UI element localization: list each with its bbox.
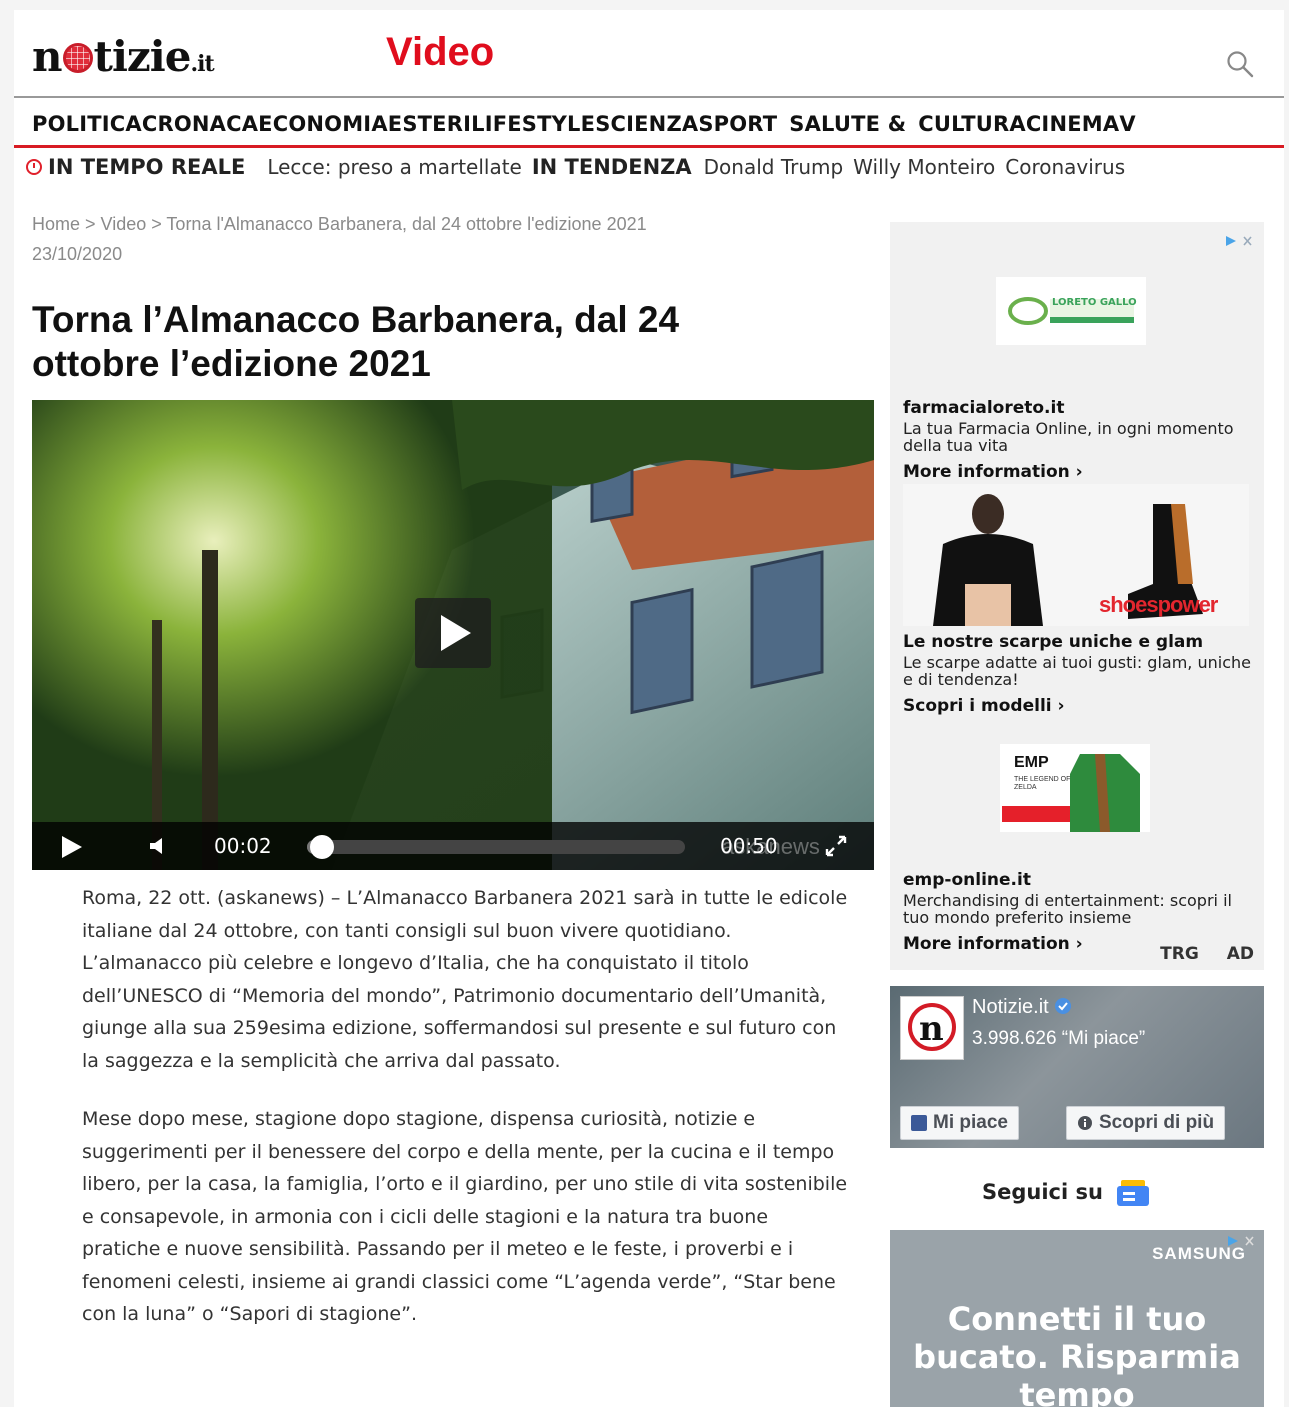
facebook-page-widget[interactable]: n Notizie.it 3.998.626 “Mi piace” Mi pia… — [890, 986, 1264, 1148]
ad-image-shoes[interactable]: shoespower — [903, 484, 1249, 626]
info-icon — [1078, 1116, 1092, 1130]
nav-item-cronaca[interactable]: CRONACA — [142, 112, 258, 136]
like-button-label: Mi piace — [933, 1112, 1008, 1133]
video-player[interactable]: 00:02 askanews 00:50 — [32, 400, 874, 870]
search-icon[interactable] — [1226, 50, 1254, 78]
page-name-text: Notizie.it — [972, 996, 1049, 1018]
ad-logo-text: LORETO GALLO — [1052, 297, 1137, 308]
sidebar-ad-block: LORETO GALLO farmacialoreto.it La tua Fa… — [890, 222, 1264, 970]
publish-date: 23/10/2020 — [32, 244, 123, 264]
site-header: n tizie .it Video — [14, 10, 1284, 98]
main-nav: POLITICA CRONACA ECONOMIA ESTERI LIFESTY… — [14, 102, 1284, 148]
seek-bar[interactable] — [307, 840, 685, 854]
ad-image-emp[interactable]: EMP THE LEGEND OF ZELDA — [1000, 744, 1150, 832]
ad-title[interactable]: farmacialoreto.it — [903, 398, 1064, 418]
nav-item-cinema[interactable]: CINEMA — [1026, 112, 1120, 136]
ad-subtext: THE LEGEND OF ZELDA — [1014, 776, 1071, 791]
globe-icon — [62, 43, 93, 73]
logo-text-left: n — [32, 32, 63, 81]
play-icon[interactable] — [62, 836, 82, 858]
ad-text: La tua Farmacia Online, in ogni momento … — [903, 419, 1234, 455]
trending-item[interactable]: Donald Trump — [704, 155, 844, 179]
ad-link[interactable]: Scopri i modelli › — [903, 696, 1065, 716]
article-paragraph: Mese dopo mese, stagione dopo stagione, … — [82, 1108, 848, 1325]
google-news-icon[interactable] — [1116, 1178, 1149, 1206]
video-controls: 00:02 askanews 00:50 — [32, 822, 874, 870]
follow-label: Seguici su — [982, 1180, 1103, 1204]
nav-item-sport[interactable]: SPORT — [698, 112, 777, 136]
nav-item-politica[interactable]: POLITICA — [32, 112, 142, 136]
ad-badge[interactable]: TRG — [1160, 944, 1199, 964]
adchoices-icon[interactable] — [1224, 234, 1254, 248]
fullscreen-icon[interactable] — [824, 834, 848, 858]
page-name[interactable]: Notizie.it — [972, 996, 1072, 1019]
seek-handle[interactable] — [310, 835, 335, 859]
duration: 00:50 — [720, 834, 778, 858]
verified-icon — [1055, 998, 1072, 1014]
nav-item-scienza[interactable]: SCIENZA — [595, 112, 698, 136]
nav-item-cultura[interactable]: CULTURA — [918, 112, 1026, 136]
ad-logo-text: EMP — [1014, 754, 1049, 771]
breadcrumb[interactable]: Home > Video > Torna l'Almanacco Barbane… — [32, 214, 647, 235]
news-ticker: IN TEMPO REALE Lecce: preso a martellate… — [14, 150, 1284, 184]
samsung-ad[interactable]: SAMSUNG Connetti il tuo bucato. Risparmi… — [890, 1230, 1264, 1407]
nav-item-esteri[interactable]: ESTERI — [388, 112, 471, 136]
like-button[interactable]: Mi piace — [900, 1106, 1019, 1140]
ad-link[interactable]: More information › — [903, 462, 1083, 482]
ad-title[interactable]: emp-online.it — [903, 870, 1031, 890]
ad-brand: SAMSUNG — [1152, 1244, 1246, 1263]
site-logo[interactable]: n tizie .it — [32, 32, 215, 81]
ad-brand: shoespower — [1099, 592, 1218, 617]
article-paragraph: Roma, 22 ott. (askanews) – L’Almanacco B… — [82, 887, 848, 1072]
page-likes: 3.998.626 “Mi piace” — [972, 1028, 1146, 1049]
ad-title[interactable]: Le nostre scarpe uniche e glam — [903, 632, 1203, 652]
current-time: 00:02 — [214, 834, 272, 858]
ad-text: Le scarpe adatte ai tuoi gusti: glam, un… — [903, 653, 1251, 689]
ad-badges: TRG AD — [1138, 944, 1254, 964]
ad-link[interactable]: More information › — [903, 934, 1083, 954]
page-avatar[interactable]: n — [900, 996, 964, 1060]
play-overlay-button[interactable] — [415, 598, 491, 668]
trending-label: IN TENDENZA — [531, 155, 692, 179]
section-title[interactable]: Video — [386, 30, 494, 75]
volume-icon[interactable] — [150, 837, 166, 855]
ad-text: Merchandising di entertainment: scopri i… — [903, 891, 1232, 927]
follow-us[interactable]: Seguici su — [982, 1178, 1149, 1206]
logo-tld: .it — [190, 51, 214, 77]
avatar-letter: n — [919, 1009, 944, 1049]
nav-item-lifestyle[interactable]: LIFESTYLE — [471, 112, 595, 136]
ad-headline: Connetti il tuo bucato. Risparmia tempo — [913, 1300, 1241, 1407]
realtime-item[interactable]: Lecce: preso a martellate — [267, 155, 522, 179]
learn-more-button[interactable]: Scopri di più — [1066, 1106, 1226, 1140]
article-body: Roma, 22 ott. (askanews) – L’Almanacco B… — [82, 882, 852, 1357]
ad-badge[interactable]: AD — [1227, 944, 1254, 964]
clock-icon — [26, 159, 42, 175]
logo-text-right: tizie — [93, 32, 192, 81]
trending-item[interactable]: Willy Monteiro — [853, 155, 995, 179]
facebook-icon — [911, 1115, 927, 1131]
ad-logo[interactable]: LORETO GALLO — [996, 277, 1146, 345]
page: n tizie .it Video POLITICA CRONACA ECONO… — [14, 10, 1284, 1407]
nav-item-economia[interactable]: ECONOMIA — [258, 112, 388, 136]
learn-more-label: Scopri di più — [1099, 1112, 1215, 1133]
realtime-label: IN TEMPO REALE — [48, 155, 246, 179]
trending-item[interactable]: Coronavirus — [1005, 155, 1125, 179]
nav-item-salute[interactable]: SALUTE & — [789, 112, 906, 136]
nav-item-truncated[interactable]: V — [1119, 112, 1135, 136]
article-title: Torna l’Almanacco Barbanera, dal 24 otto… — [32, 299, 680, 384]
